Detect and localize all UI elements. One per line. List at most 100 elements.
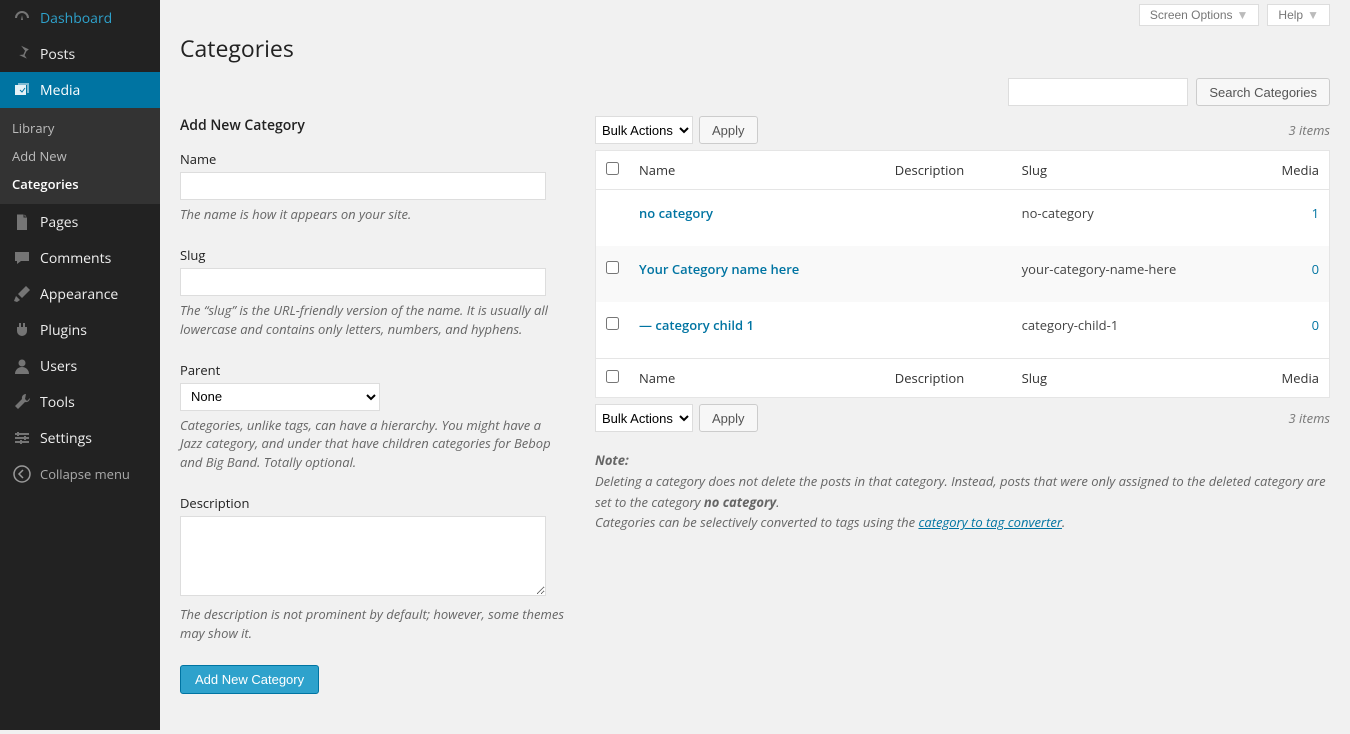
category-name-link[interactable]: no category: [639, 204, 713, 222]
bulk-apply-top[interactable]: Apply: [699, 116, 758, 144]
sidebar-item-label: Tools: [40, 393, 75, 412]
sidebar-item-label: Posts: [40, 45, 75, 64]
col-description[interactable]: Description: [885, 151, 1012, 190]
collapse-icon: [12, 464, 32, 484]
screen-options-label: Screen Options: [1150, 8, 1233, 22]
sidebar-item-label: Plugins: [40, 321, 87, 340]
page-icon: [12, 212, 32, 232]
sidebar-item-plugins[interactable]: Plugins: [0, 312, 160, 348]
media-icon: [12, 80, 32, 100]
sidebar-item-media[interactable]: Media: [0, 72, 160, 108]
sidebar-item-comments[interactable]: Comments: [0, 240, 160, 276]
sidebar-item-label: Appearance: [40, 285, 118, 304]
category-name-link[interactable]: — category child 1: [639, 316, 754, 334]
parent-select[interactable]: None: [180, 383, 380, 411]
comment-icon: [12, 248, 32, 268]
category-description: [885, 190, 1012, 247]
sidebar-item-settings[interactable]: Settings: [0, 420, 160, 456]
note-text: Categories can be selectively converted …: [595, 513, 918, 531]
sidebar-item-posts[interactable]: Posts: [0, 36, 160, 72]
bulk-action-select-bottom[interactable]: Bulk Actions: [595, 404, 693, 432]
category-description: [885, 302, 1012, 359]
dashboard-icon: [12, 8, 32, 28]
wrench-icon: [12, 392, 32, 412]
name-input[interactable]: [180, 172, 546, 200]
search-button[interactable]: Search Categories: [1196, 78, 1330, 106]
sidebar-item-dashboard[interactable]: Dashboard: [0, 0, 160, 36]
sidebar-item-appearance[interactable]: Appearance: [0, 276, 160, 312]
category-media-count[interactable]: 1: [1312, 204, 1319, 222]
row-checkbox[interactable]: [606, 261, 619, 274]
category-slug: category-child-1: [1012, 302, 1260, 359]
categories-table: Name Description Slug Media no categoryn…: [595, 150, 1330, 398]
parent-desc: Categories, unlike tags, can have a hier…: [180, 416, 565, 473]
search-row: Search Categories: [180, 78, 1330, 106]
category-media-count[interactable]: 0: [1312, 316, 1319, 334]
col-name[interactable]: Name: [629, 151, 885, 190]
description-desc: The description is not prominent by defa…: [180, 605, 565, 643]
slug-input[interactable]: [180, 268, 546, 296]
field-description: Description The description is not promi…: [180, 494, 565, 643]
collapse-menu[interactable]: Collapse menu: [0, 456, 160, 492]
category-name-link[interactable]: Your Category name here: [639, 260, 799, 278]
category-list-panel: Bulk Actions Apply 3 items Name Descript…: [595, 116, 1330, 533]
col-media[interactable]: Media: [1260, 359, 1330, 398]
category-description: [885, 246, 1012, 302]
slug-label: Slug: [180, 246, 565, 264]
screen-options-button[interactable]: Screen Options ▼: [1139, 4, 1260, 26]
tablenav-top: Bulk Actions Apply 3 items: [595, 116, 1330, 144]
help-button[interactable]: Help▼: [1267, 4, 1330, 26]
table-row: Your Category name here your-category-nam…: [596, 246, 1330, 302]
help-label: Help: [1278, 8, 1303, 22]
notes: Note: Deleting a category does not delet…: [595, 450, 1330, 533]
category-slug: your-category-name-here: [1012, 246, 1260, 302]
search-input[interactable]: [1008, 78, 1188, 106]
plug-icon: [12, 320, 32, 340]
slug-desc: The “slug” is the URL-friendly version o…: [180, 301, 565, 339]
description-label: Description: [180, 494, 565, 512]
select-all-top[interactable]: [606, 162, 619, 175]
add-category-submit[interactable]: Add New Category: [180, 665, 319, 694]
sidebar-item-tools[interactable]: Tools: [0, 384, 160, 420]
sidebar-subitem-library[interactable]: Library: [0, 114, 160, 142]
col-name[interactable]: Name: [629, 359, 885, 398]
category-to-tag-link[interactable]: category to tag converter: [918, 513, 1062, 531]
page-title: Categories: [180, 32, 1330, 64]
col-media[interactable]: Media: [1260, 151, 1330, 190]
table-row: no category no-category 1: [596, 190, 1330, 247]
col-slug[interactable]: Slug: [1012, 359, 1260, 398]
sidebar-subitem-categories[interactable]: Categories: [0, 170, 160, 198]
sidebar-item-label: Users: [40, 357, 77, 376]
sidebar-item-label: Pages: [40, 213, 78, 232]
field-name: Name The name is how it appears on your …: [180, 150, 565, 224]
description-textarea[interactable]: [180, 516, 546, 596]
tablenav-bottom: Bulk Actions Apply 3 items: [595, 404, 1330, 432]
category-media-count[interactable]: 0: [1312, 260, 1319, 278]
col-description[interactable]: Description: [885, 359, 1012, 398]
sliders-icon: [12, 428, 32, 448]
note-heading: Note:: [595, 451, 629, 469]
field-slug: Slug The “slug” is the URL-friendly vers…: [180, 246, 565, 339]
col-slug[interactable]: Slug: [1012, 151, 1260, 190]
name-label: Name: [180, 150, 565, 168]
user-icon: [12, 356, 32, 376]
field-parent: Parent None Categories, unlike tags, can…: [180, 361, 565, 473]
top-buttons: Screen Options ▼ Help▼: [180, 0, 1330, 26]
sidebar-subitem-add-new[interactable]: Add New: [0, 142, 160, 170]
row-checkbox[interactable]: [606, 317, 619, 330]
category-slug: no-category: [1012, 190, 1260, 247]
sidebar-item-label: Comments: [40, 249, 111, 268]
bulk-action-select-top[interactable]: Bulk Actions: [595, 116, 693, 144]
form-heading: Add New Category: [180, 116, 565, 135]
name-desc: The name is how it appears on your site.: [180, 205, 565, 224]
brush-icon: [12, 284, 32, 304]
add-category-form: Add New Category Name The name is how it…: [180, 116, 565, 694]
sidebar-item-label: Dashboard: [40, 9, 112, 28]
bulk-apply-bottom[interactable]: Apply: [699, 404, 758, 432]
sidebar-item-label: Media: [40, 81, 80, 100]
sidebar-item-pages[interactable]: Pages: [0, 204, 160, 240]
chevron-down-icon: ▼: [1237, 8, 1249, 22]
select-all-bottom[interactable]: [606, 370, 619, 383]
sidebar-item-users[interactable]: Users: [0, 348, 160, 384]
sidebar-submenu: LibraryAdd NewCategories: [0, 108, 160, 204]
